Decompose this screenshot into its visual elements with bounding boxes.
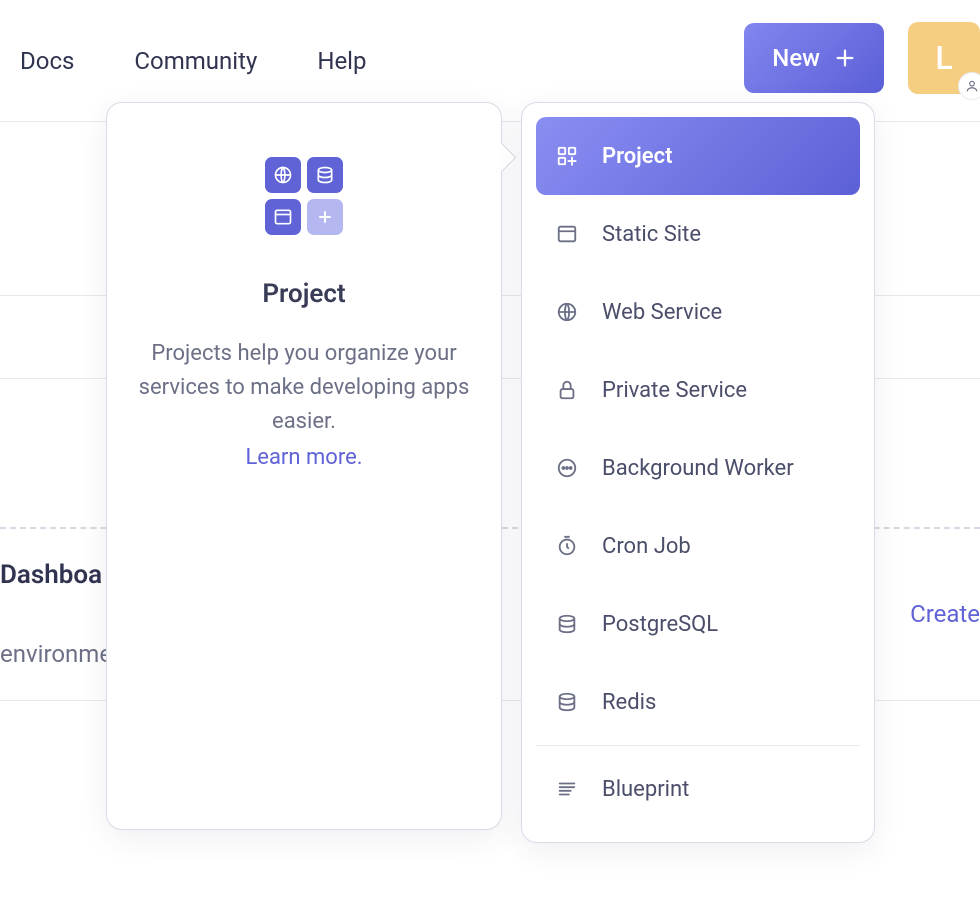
new-dropdown: Project Static Site Web Service Private … [521,102,875,843]
worker-icon [556,457,578,479]
window-icon [556,223,578,245]
info-description: Projects help you organize your services… [133,337,475,439]
dashboard-heading: Dashboa [0,560,102,590]
person-icon [958,72,980,100]
new-button[interactable]: New [744,23,884,93]
menu-item-label: Redis [602,690,656,715]
window-tile-icon [265,199,301,235]
globe-tile-icon [265,157,301,193]
plus-icon [834,47,856,69]
menu-item-label: Project [602,144,673,169]
user-avatar[interactable]: L [908,22,980,94]
menu-item-label: Background Worker [602,456,794,481]
menu-item-static-site[interactable]: Static Site [536,195,860,273]
menu-item-redis[interactable]: Redis [536,663,860,741]
menu-separator [536,745,860,746]
menu-item-web-service[interactable]: Web Service [536,273,860,351]
lock-icon [556,379,578,401]
menu-item-project[interactable]: Project [536,117,860,195]
learn-more-link[interactable]: Learn more. [245,445,362,470]
menu-item-background-worker[interactable]: Background Worker [536,429,860,507]
menu-item-label: Web Service [602,300,722,325]
menu-item-label: Blueprint [602,777,689,802]
menu-item-blueprint[interactable]: Blueprint [536,750,860,828]
lines-icon [556,778,578,800]
menu-item-postgresql[interactable]: PostgreSQL [536,585,860,663]
nav-links: Docs Community Help [20,47,367,75]
database-icon [556,613,578,635]
info-title: Project [262,279,345,309]
plus-tile-icon [307,199,343,235]
menu-item-cron-job[interactable]: Cron Job [536,507,860,585]
nav-help[interactable]: Help [317,47,366,75]
timer-icon [556,535,578,557]
globe-icon [556,301,578,323]
menu-item-label: Private Service [602,378,747,403]
info-flyout: Project Projects help you organize your … [106,102,502,830]
nav-docs[interactable]: Docs [20,47,74,75]
nav-community[interactable]: Community [134,47,257,75]
database-tile-icon [307,157,343,193]
project-icon-grid [265,157,343,235]
environment-text: environme [0,640,112,668]
new-button-label: New [772,44,820,72]
menu-item-label: PostgreSQL [602,612,718,637]
create-link[interactable]: Create [910,600,980,628]
grid-plus-icon [556,145,578,167]
menu-item-label: Static Site [602,222,701,247]
menu-item-label: Cron Job [602,534,691,559]
menu-item-private-service[interactable]: Private Service [536,351,860,429]
database-icon [556,691,578,713]
